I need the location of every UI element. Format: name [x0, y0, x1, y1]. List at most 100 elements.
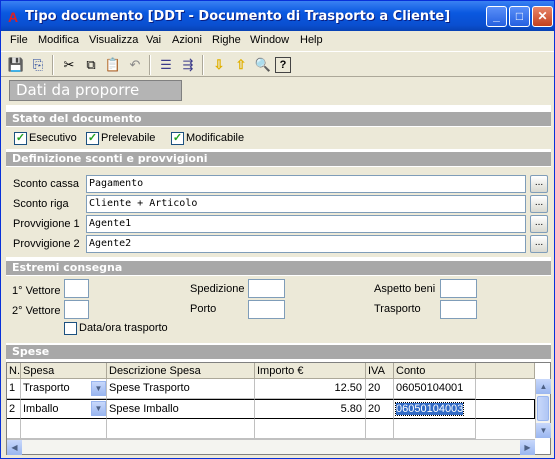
cut-icon[interactable]: ✂: [59, 55, 79, 75]
section-sconti: Definizione sconti e provvigioni: [6, 152, 551, 166]
app-logo-icon: A: [8, 9, 19, 25]
table-row-2-iva[interactable]: 20: [366, 399, 394, 419]
col-header-iva[interactable]: IVA: [366, 363, 394, 379]
close-button[interactable]: ✕: [532, 6, 553, 27]
content-area: Stato del documento ✓ Esecutivo ✓ Prelev…: [6, 105, 551, 455]
copy-icon[interactable]: ⧉: [81, 55, 101, 75]
menu-visualizza[interactable]: Visualizza: [89, 34, 138, 46]
undo-icon[interactable]: ↶: [125, 55, 145, 75]
table-row-empty-importo[interactable]: [255, 419, 366, 439]
provvigione2-field[interactable]: Agente2: [86, 235, 526, 253]
aspetto-beni-field[interactable]: [440, 279, 477, 298]
menu-modifica[interactable]: Modifica: [38, 34, 79, 46]
checkbox-data-ora-trasporto[interactable]: [64, 322, 77, 335]
table-row-2-importo[interactable]: 5.80: [255, 399, 366, 419]
menu-righe[interactable]: Righe: [212, 34, 241, 46]
zoom-icon[interactable]: 🔍: [253, 55, 273, 75]
help-icon[interactable]: ?: [275, 57, 291, 73]
table-row-empty-iva[interactable]: [366, 419, 394, 439]
sconto-cassa-field[interactable]: Pagamento: [86, 175, 526, 193]
toolbar: 💾 ⎘ ✂ ⧉ 📋 ↶ ☰ ⇶ ⇩ ⇧ 🔍 ?: [1, 51, 554, 77]
checkbox-prelevabile[interactable]: ✓: [86, 132, 99, 145]
horizontal-scrollbar[interactable]: ◀ ▶: [7, 439, 535, 455]
title-bar[interactable]: A Tipo documento [DDT - Documento di Tra…: [1, 1, 554, 31]
selected-cell[interactable]: 06050104003: [394, 402, 465, 416]
table-row-1-descrizione[interactable]: Spese Trasporto: [107, 379, 255, 399]
prelevabile-label: Prelevabile: [101, 132, 156, 144]
menu-help[interactable]: Help: [300, 34, 323, 46]
menu-file[interactable]: File: [10, 34, 28, 46]
menu-window[interactable]: Window: [250, 34, 289, 46]
vettore1-field[interactable]: [64, 279, 89, 298]
paste-icon[interactable]: 📋: [103, 55, 123, 75]
table-row-empty-conto[interactable]: [394, 419, 476, 439]
table-row-empty-descrizione[interactable]: [107, 419, 255, 439]
arrow-down-icon[interactable]: ⇩: [209, 55, 229, 75]
col-header-conto[interactable]: Conto: [394, 363, 476, 379]
table-row-1-importo[interactable]: 12.50: [255, 379, 366, 399]
table-row-empty-n: [7, 419, 21, 439]
modificabile-label: Modificabile: [186, 132, 245, 144]
scroll-down-icon[interactable]: ▼: [536, 423, 551, 438]
scroll-left-icon[interactable]: ◀: [7, 440, 22, 455]
vertical-scroll-thumb[interactable]: [537, 396, 549, 421]
spedizione-field[interactable]: [248, 279, 285, 298]
section-consegna: Estremi consegna: [6, 261, 551, 275]
sconto-riga-label: Sconto riga: [13, 198, 69, 210]
col-header-importo[interactable]: Importo €: [255, 363, 366, 379]
provvigione1-field[interactable]: Agente1: [86, 215, 526, 233]
provvigione1-lookup-button[interactable]: ...: [530, 215, 548, 233]
scroll-right-icon[interactable]: ▶: [520, 440, 535, 455]
table-row-2-descrizione[interactable]: Spese Imballo: [107, 399, 255, 419]
col-header-descrizione[interactable]: Descrizione Spesa: [107, 363, 255, 379]
sconto-cassa-label: Sconto cassa: [13, 178, 80, 190]
append-row-icon[interactable]: ⇶: [178, 55, 198, 75]
vettore1-label: 1° Vettore: [12, 285, 61, 297]
table-row-2-blank: [476, 399, 535, 419]
menu-azioni[interactable]: Azioni: [172, 34, 202, 46]
provvigione2-lookup-button[interactable]: ...: [530, 235, 548, 253]
trasporto-field[interactable]: [440, 300, 477, 319]
porto-field[interactable]: [248, 300, 285, 319]
chevron-down-icon[interactable]: ▼: [91, 381, 106, 396]
aspetto-beni-label: Aspetto beni: [374, 283, 436, 295]
table-row-2-conto[interactable]: 06050104003: [394, 399, 476, 419]
spese-grid: N. Spesa Descrizione Spesa Importo € IVA…: [6, 362, 551, 455]
table-row-2-n: 2: [7, 399, 21, 419]
vertical-scrollbar[interactable]: ▲ ▼: [535, 379, 551, 438]
trasporto-label: Trasporto: [374, 303, 421, 315]
maximize-button[interactable]: □: [509, 6, 530, 27]
menu-vai[interactable]: Vai: [146, 34, 161, 46]
stato-panel: ✓ Esecutivo ✓ Prelevabile ✓ Modificabile: [6, 127, 551, 149]
save-icon[interactable]: 💾: [6, 55, 26, 75]
tab-dati-da-proporre[interactable]: Dati da proporre: [9, 80, 182, 101]
sconto-riga-lookup-button[interactable]: ...: [530, 195, 548, 213]
checkbox-esecutivo[interactable]: ✓: [14, 132, 27, 145]
col-header-n[interactable]: N.: [7, 363, 21, 379]
chevron-down-icon[interactable]: ▼: [91, 401, 106, 416]
sconti-panel: Sconto cassa Pagamento ... Sconto riga C…: [6, 167, 551, 257]
vettore2-field[interactable]: [64, 300, 89, 319]
consegna-panel: 1° Vettore 2° Vettore Spedizione Porto A…: [6, 276, 551, 343]
table-row-1-iva[interactable]: 20: [366, 379, 394, 399]
tab-bar: Dati da proporre: [1, 78, 554, 102]
menu-bar: File Modifica Visualizza Vai Azioni Righ…: [1, 31, 554, 49]
save-close-icon[interactable]: ⎘: [28, 55, 48, 75]
checkbox-modificabile[interactable]: ✓: [171, 132, 184, 145]
section-stato: Stato del documento: [6, 112, 551, 126]
table-row-1-n: 1: [7, 379, 21, 399]
col-header-spesa[interactable]: Spesa: [21, 363, 107, 379]
provvigione1-label: Provvigione 1: [13, 218, 80, 230]
table-row-1-conto[interactable]: 06050104001: [394, 379, 476, 399]
table-row-empty-spesa[interactable]: [21, 419, 107, 439]
porto-label: Porto: [190, 303, 217, 315]
provvigione2-label: Provvigione 2: [13, 238, 80, 250]
scroll-up-icon[interactable]: ▲: [536, 379, 551, 394]
esecutivo-label: Esecutivo: [29, 132, 77, 144]
sconto-cassa-lookup-button[interactable]: ...: [530, 175, 548, 193]
sconto-riga-field[interactable]: Cliente + Articolo: [86, 195, 526, 213]
section-spese: Spese: [6, 345, 551, 359]
insert-row-icon[interactable]: ☰: [156, 55, 176, 75]
arrow-up-icon[interactable]: ⇧: [231, 55, 251, 75]
minimize-button[interactable]: _: [486, 6, 507, 27]
